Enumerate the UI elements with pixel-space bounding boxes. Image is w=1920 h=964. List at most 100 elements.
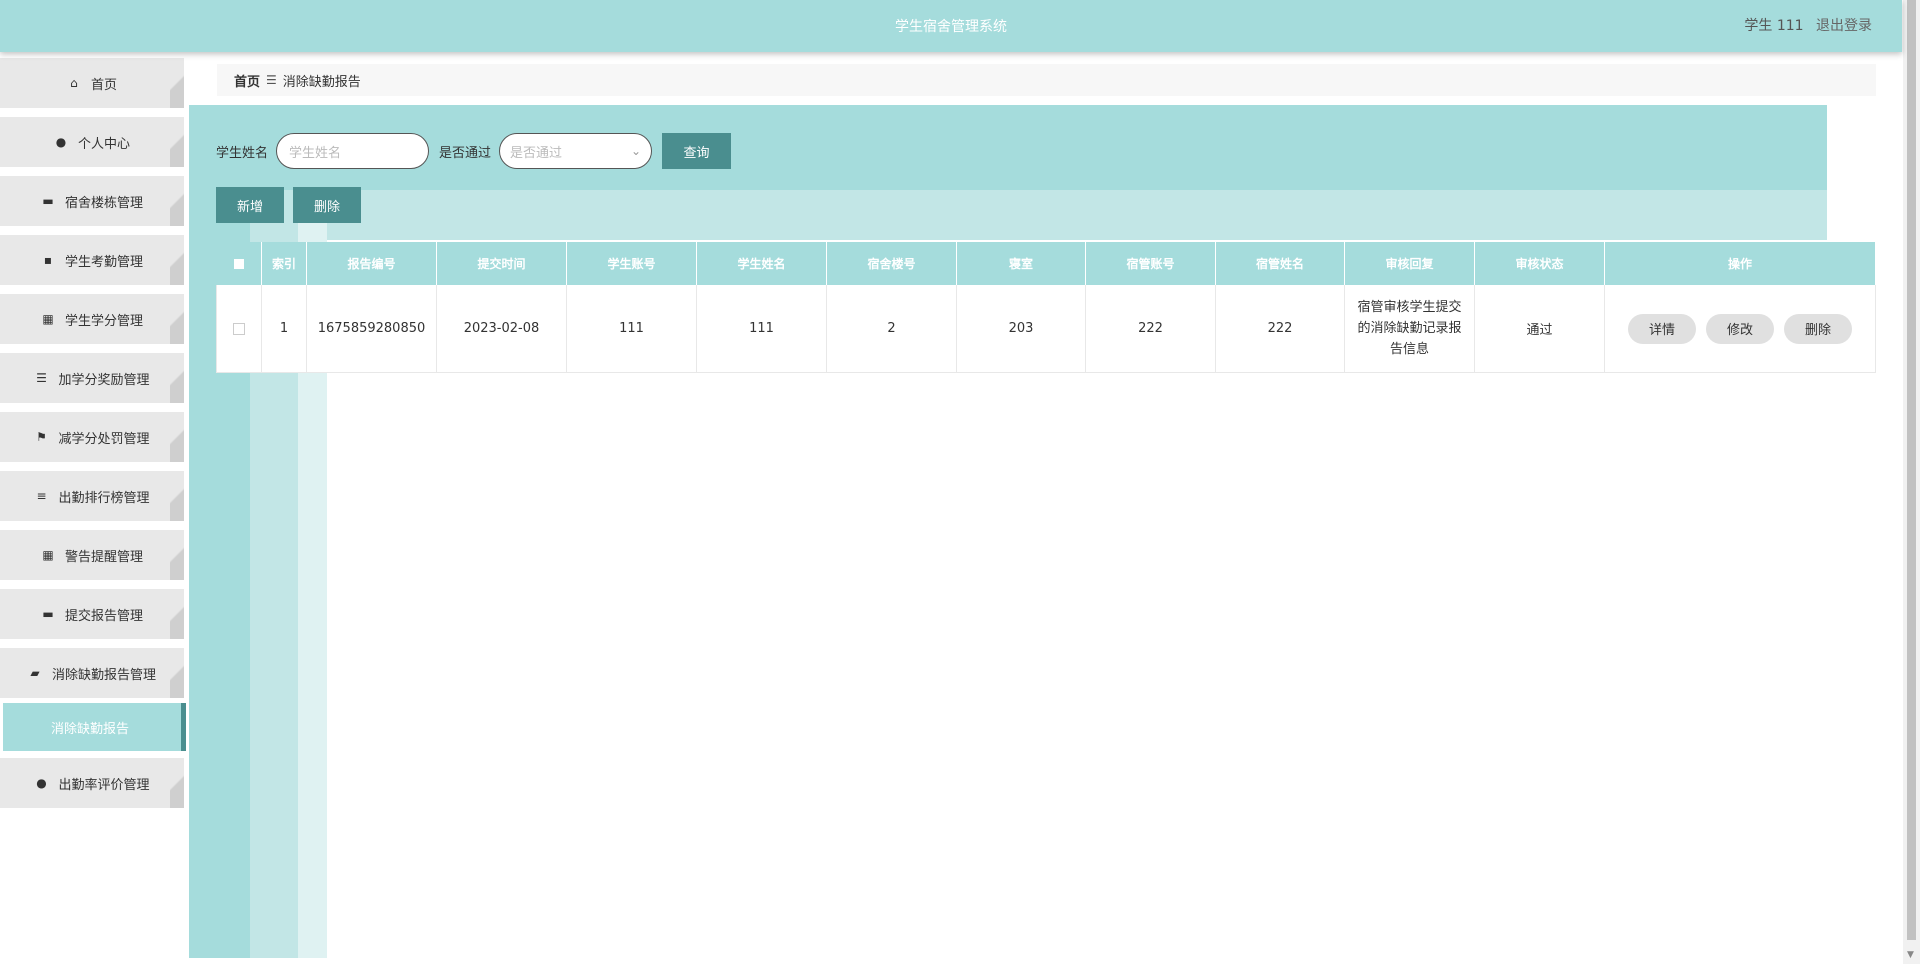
logout-link[interactable]: 退出登录 [1816,18,1872,34]
cell-student-name: 111 [697,285,827,372]
tab-edge [170,117,184,167]
batch-delete-button[interactable]: 删除 [293,187,361,223]
sidebar-item-evaluation[interactable]: ● 出勤率评价管理 [0,758,184,808]
sidebar: ⌂ 首页 ● 个人中心 ▬ 宿舍楼栋管理 ▪ 学生考勤管理 ▦ 学生学分管理 ☰ 加学分奖励… [0,52,189,964]
query-button[interactable]: 查询 [662,133,732,169]
select-all-checkbox[interactable] [233,258,244,269]
sidebar-item-absence-reports[interactable]: ▰ 消除缺勤报告管理 [0,648,184,698]
col-header: 报告编号 [307,242,437,285]
detail-button[interactable]: 详情 [1628,313,1696,344]
scrollbar-thumb[interactable] [1907,0,1916,940]
sidebar-item-warnings[interactable]: ▦ 警告提醒管理 [0,530,184,580]
tab-edge [170,235,184,285]
scroll-down-icon[interactable]: ▼ [1907,950,1914,960]
list-icon: ☰ [36,371,47,385]
add-button[interactable]: 新增 [216,187,284,223]
tab-edge [170,412,184,462]
tab-edge [170,176,184,226]
edit-button[interactable]: 修改 [1706,313,1774,344]
wallet-icon: ▰ [30,666,40,680]
sidebar-subitem-absence-report[interactable]: 消除缺勤报告 [3,703,186,751]
report-table: 索引 报告编号 提交时间 学生账号 学生姓名 宿舍楼号 寝室 宿管账号 宿管姓名… [216,242,1876,373]
cell-building: 2 [827,285,957,372]
sidebar-item-label: 加学分奖励管理 [58,372,150,388]
col-header: 宿管姓名 [1216,242,1345,285]
sidebar-item-label: 出勤率评价管理 [58,777,150,793]
table-row: 1 1675859280850 2023-02-08 111 111 2 203… [216,285,1876,373]
sidebar-item-buildings[interactable]: ▬ 宿舍楼栋管理 [0,176,184,226]
sidebar-item-label: 宿舍楼栋管理 [64,195,143,211]
flag-icon: ⚑ [36,430,47,444]
sidebar-item-profile[interactable]: ● 个人中心 [0,117,184,167]
ticket-icon: ▬ [42,194,54,208]
vertical-scrollbar[interactable]: ▼ [1903,0,1920,964]
home-icon: ⌂ [70,76,78,90]
row-checkbox[interactable] [233,322,245,335]
tab-edge [170,294,184,344]
sidebar-item-label: 出勤排行榜管理 [58,490,150,506]
breadcrumb: 首页 ☰ 消除缺勤报告 [217,64,1876,96]
col-header: 审核回复 [1345,242,1475,285]
cell-submit-time: 2023-02-08 [437,285,567,372]
col-header: 索引 [262,242,307,285]
delete-button[interactable]: 删除 [1784,313,1852,344]
top-header: 学生宿舍管理系统 学生 111 退出登录 [0,0,1902,52]
breadcrumb-home[interactable]: 首页 [234,71,260,90]
sidebar-item-reports[interactable]: ▬ 提交报告管理 [0,589,184,639]
sidebar-item-attendance[interactable]: ▪ 学生考勤管理 [0,235,184,285]
bulb-icon: ● [36,776,47,790]
row-select-cell [217,285,262,372]
cell-room: 203 [957,285,1086,372]
sidebar-item-label: 首页 [90,77,117,93]
sidebar-item-ranking[interactable]: ≡ 出勤排行榜管理 [0,471,184,521]
cell-index: 1 [262,285,307,372]
table-header: 索引 报告编号 提交时间 学生账号 学生姓名 宿舍楼号 寝室 宿管账号 宿管姓名… [216,242,1876,285]
cell-operations: 详情 修改 删除 [1605,285,1876,372]
sidebar-item-label: 减学分处罚管理 [58,431,150,447]
tab-edge [170,58,184,108]
breadcrumb-current: 消除缺勤报告 [282,74,361,90]
student-name-label: 学生姓名 [216,145,269,161]
col-header: 寝室 [957,242,1086,285]
search-form: 学生姓名 学生姓名 是否通过 是否通过 ⌄ 查询 [216,133,732,169]
student-name-input[interactable]: 学生姓名 [276,133,430,169]
sidebar-item-label: 学生考勤管理 [64,254,143,270]
tab-edge [170,758,184,808]
col-header: 审核状态 [1475,242,1605,285]
comment-icon: ▪ [43,253,53,267]
user-icon: ● [55,135,67,149]
cell-status: 通过 [1475,285,1605,372]
chevron-down-icon: ⌄ [630,144,642,158]
sidebar-item-credits[interactable]: ▦ 学生学分管理 [0,294,184,344]
action-bar: 新增 删除 [216,187,370,223]
sidebar-item-label: 个人中心 [77,136,130,152]
tab-edge [170,353,184,403]
tab-edge [170,589,184,639]
col-header: 操作 [1605,242,1876,285]
tab-edge [170,471,184,521]
pass-status-select[interactable]: 是否通过 ⌄ [499,133,653,169]
tab-edge [170,530,184,580]
pass-status-placeholder: 是否通过 [510,145,563,161]
app-title: 学生宿舍管理系统 [895,19,1007,35]
breadcrumb-separator-icon: ☰ [266,73,277,87]
sidebar-item-label: 提交报告管理 [64,608,143,624]
cell-report-no: 1675859280850 [307,285,437,372]
sidebar-item-penalties[interactable]: ⚑ 减学分处罚管理 [0,412,184,462]
sidebar-item-label: 消除缺勤报告管理 [51,667,156,683]
col-header: 宿舍楼号 [827,242,957,285]
sidebar-item-label: 警告提醒管理 [64,549,143,565]
col-header: 学生账号 [567,242,697,285]
grid-icon: ▦ [42,312,54,326]
sidebar-item-home[interactable]: ⌂ 首页 [0,58,184,108]
sliders-icon: ≡ [36,489,47,503]
briefcase-icon: ▬ [42,607,54,621]
sidebar-item-rewards[interactable]: ☰ 加学分奖励管理 [0,353,184,403]
select-all-cell [216,242,262,285]
pass-status-label: 是否通过 [439,145,492,161]
grid-icon: ▦ [42,548,54,562]
col-header: 提交时间 [437,242,567,285]
user-area: 学生 111 退出登录 [1744,15,1872,35]
sidebar-item-label: 学生学分管理 [64,313,143,329]
action-panel-bg [189,190,1827,240]
